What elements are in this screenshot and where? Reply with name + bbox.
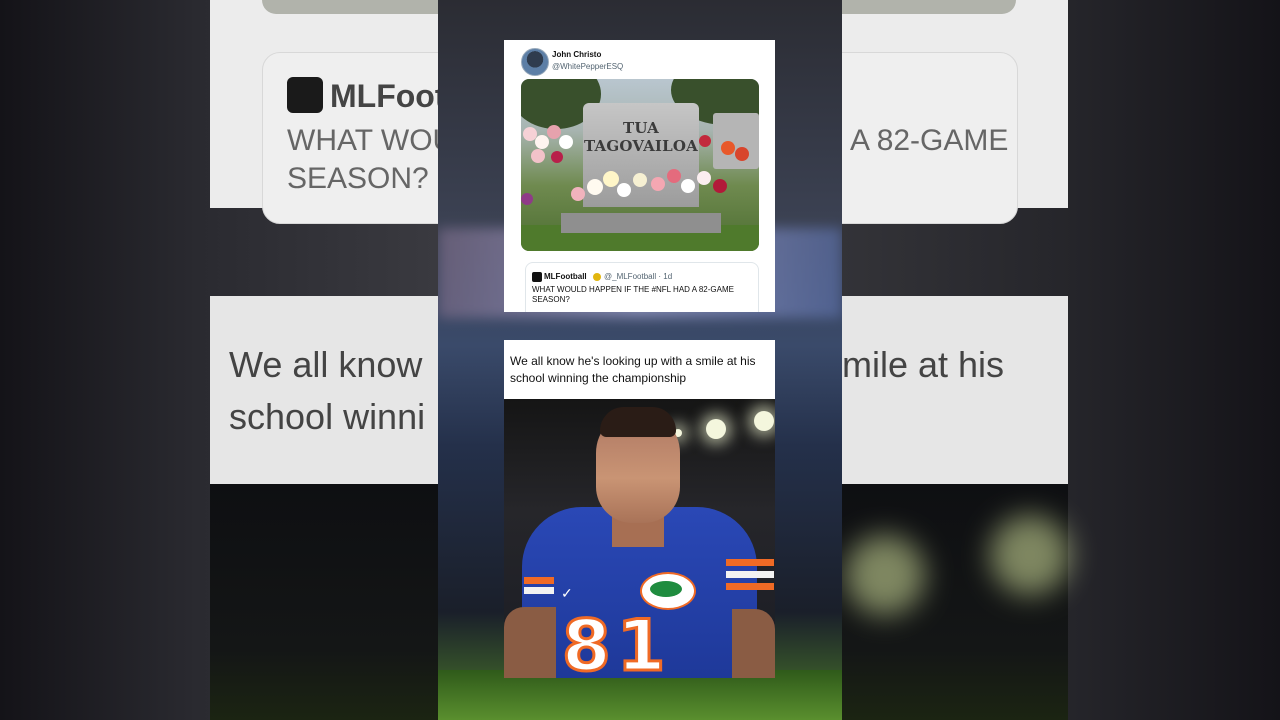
jersey-number: 81	[560, 604, 672, 679]
flower	[699, 135, 711, 147]
author-name: John Christo	[552, 50, 602, 59]
flower	[697, 171, 711, 185]
quoted-tweet[interactable]: MLFootball @_MLFootball · 1d WHAT WOULD …	[525, 262, 759, 312]
meme-photo-player: ✓ 81	[504, 399, 775, 678]
flower	[547, 125, 561, 139]
quoted-account-logo	[532, 272, 542, 282]
flower	[559, 135, 573, 149]
blurred-caption-line2: school winni	[229, 396, 426, 437]
sleeve-stripe	[726, 571, 774, 578]
gator-logo-inner	[650, 581, 682, 597]
flower	[603, 171, 619, 187]
blurred-quote-line1-right: A 82-GAME	[850, 124, 1009, 157]
blurred-caption-line1-left: We all know	[229, 344, 423, 385]
flower	[571, 187, 585, 201]
flower	[535, 135, 549, 149]
flower	[651, 177, 665, 191]
headstone-line2: TAGOVAILOA	[584, 137, 698, 155]
headstone-base	[561, 213, 721, 233]
sleeve-stripe	[726, 583, 774, 590]
headstone-inscription: TUA TAGOVAILOA	[583, 119, 699, 155]
sleeve-stripe	[524, 577, 554, 584]
flower	[531, 149, 545, 163]
meme-caption: We all know he's looking up with a smile…	[510, 354, 756, 385]
flower	[551, 151, 563, 163]
flower	[521, 193, 533, 205]
verified-badge-icon	[593, 273, 601, 281]
quoted-account-name: MLFootball	[544, 272, 587, 281]
player-arm	[504, 607, 556, 678]
sleeve-stripe	[524, 587, 554, 594]
flower	[735, 147, 749, 161]
flower	[587, 179, 603, 195]
quoted-handle-time: @_MLFootball · 1d	[604, 272, 673, 281]
blurred-quote-line2: SEASON?	[287, 162, 429, 195]
tweet-image-headstone: TUA TAGOVAILOA	[521, 79, 759, 251]
flower	[713, 179, 727, 193]
swoosh-logo-icon: ✓	[561, 585, 573, 601]
side-headstone	[713, 113, 759, 169]
blurred-stadium-light	[990, 515, 1070, 595]
blurred-account-logo	[287, 77, 323, 113]
flower	[721, 141, 735, 155]
flower	[633, 173, 647, 187]
author-handle: @WhitePepperESQ	[552, 62, 624, 71]
stadium-light	[706, 419, 726, 439]
stadium-light	[754, 411, 774, 431]
headstone-line1: TUA	[622, 119, 660, 137]
flower	[617, 183, 631, 197]
player-hair	[600, 407, 676, 437]
flower	[667, 169, 681, 183]
tweet-card: John Christo @WhitePepperESQ TUA TAGOVAI…	[504, 40, 775, 312]
author-avatar	[521, 48, 549, 76]
quoted-text: WHAT WOULD HAPPEN IF THE #NFL HAD A 82-G…	[532, 285, 734, 304]
blurred-stadium-light	[845, 535, 925, 615]
blurred-caption-line1-right: mile at his	[842, 344, 1005, 385]
sleeve-stripe	[726, 559, 774, 566]
flower	[681, 179, 695, 193]
meme-card: We all know he's looking up with a smile…	[504, 340, 775, 678]
player-arm	[732, 609, 775, 678]
